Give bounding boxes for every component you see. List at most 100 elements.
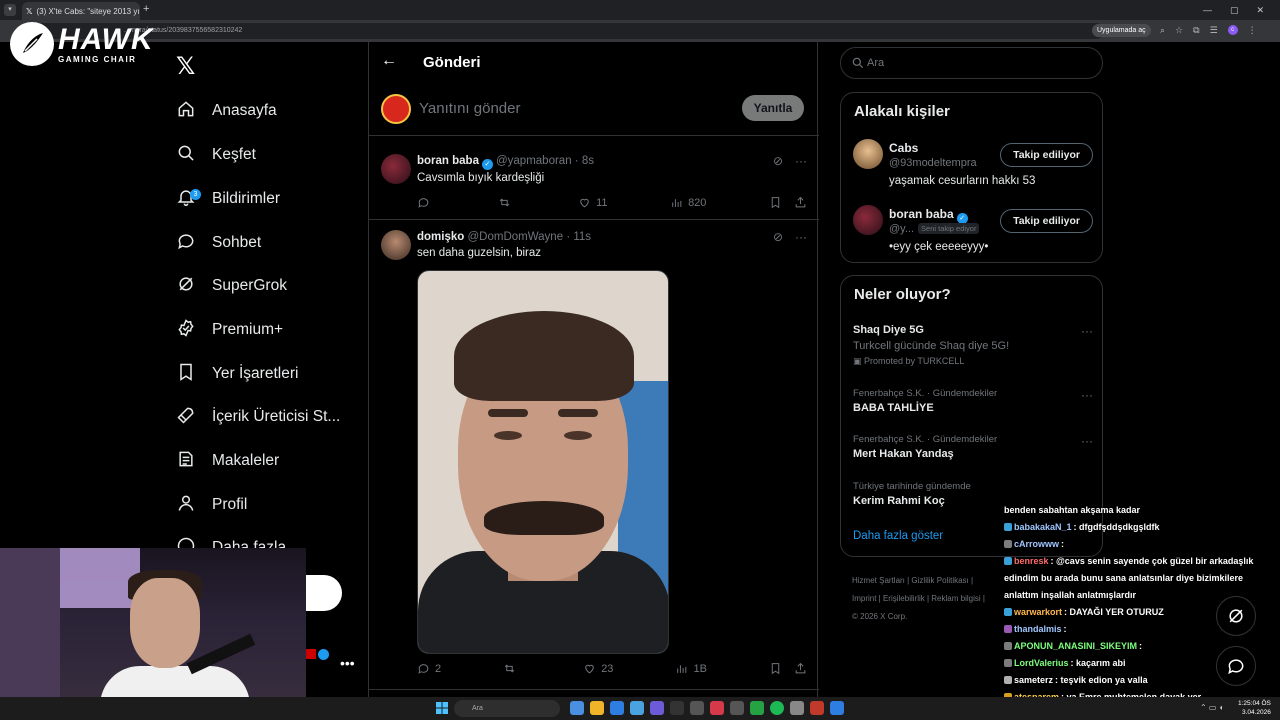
trend-item[interactable]: Fenerbahçe S.K. · Gündemdekiler BABA TAH… (853, 388, 1093, 414)
person-name[interactable]: boran baba ✓ (889, 207, 971, 224)
like-action[interactable]: 11 (578, 196, 608, 209)
x-logo-icon[interactable]: 𝕏 (176, 52, 195, 81)
reply-button[interactable]: Yanıtla (742, 95, 804, 121)
sidebar-icon[interactable]: ☰ (1210, 25, 1218, 36)
sidebar-item-sohbet[interactable]: Sohbet (176, 228, 261, 258)
show-more-link[interactable]: Daha fazla göster (853, 530, 943, 542)
person-row[interactable]: Cabs @93modeltempra yaşamak cesurların h… (853, 139, 1093, 199)
close-window-icon[interactable]: ✕ (1256, 5, 1264, 16)
file-explorer-icon[interactable] (590, 701, 604, 715)
app-icon[interactable] (670, 701, 684, 715)
avatar[interactable] (853, 205, 883, 235)
tweet-author-name[interactable]: domişko (417, 231, 464, 243)
repost-action[interactable] (498, 196, 516, 209)
sidebar-item-premium-[interactable]: Premium+ (176, 315, 283, 345)
more-icon[interactable]: ··· (795, 154, 807, 168)
tweet-author-handle[interactable]: @DomDomWayne (468, 231, 564, 243)
app-icon[interactable] (790, 701, 804, 715)
person-name[interactable]: Cabs (889, 141, 918, 155)
like-action[interactable]: 23 (583, 662, 613, 675)
more-icon[interactable]: ··· (795, 230, 807, 244)
trends-title: Neler oluyor? (854, 286, 951, 303)
tweet-author-name[interactable]: boran baba (417, 155, 479, 167)
bookmark-icon[interactable] (769, 662, 782, 675)
maximize-icon[interactable]: ▢ (1230, 5, 1239, 16)
tweet[interactable]: boran baba ✓ @yapmaboran · 8s ⊘ ··· Cavsım… (369, 142, 819, 220)
widgets-icon[interactable] (570, 701, 584, 715)
more-icon[interactable]: ··· (1081, 434, 1093, 448)
tweet[interactable]: domişko @DomDomWayne · 11s ⊘ ··· sen dah… (369, 220, 819, 690)
repost-action[interactable] (503, 662, 521, 675)
chrome-icon[interactable] (830, 701, 844, 715)
browser-menu-icon[interactable]: ⋮ (1248, 25, 1257, 36)
search-input[interactable]: Ara (867, 57, 884, 69)
edge-icon[interactable] (630, 701, 644, 715)
trend-item[interactable]: Fenerbahçe S.K. · Gündemdekiler Mert Hak… (853, 434, 1093, 460)
sidebar-item-makaleler[interactable]: Makaleler (176, 446, 279, 476)
new-tab-button[interactable]: + (143, 3, 149, 15)
search-box[interactable]: Ara (840, 47, 1103, 79)
person-row[interactable]: boran baba ✓ @y... Seni takip ediyor •eyy … (853, 205, 1093, 265)
avatar[interactable] (381, 230, 411, 260)
extensions-icon[interactable]: ⧉ (1193, 25, 1199, 36)
views-action[interactable]: 1B (675, 662, 707, 675)
reply-action[interactable]: 2 (417, 662, 441, 675)
system-tray[interactable]: ⌃ ▭ ◖ (1200, 703, 1224, 712)
avatar[interactable] (381, 94, 411, 124)
tab-search-button[interactable]: ▾ (4, 4, 16, 16)
app-icon[interactable] (690, 701, 704, 715)
share-icon[interactable] (794, 662, 807, 675)
messages-fab-button[interactable] (1216, 646, 1256, 686)
browser-profile-avatar[interactable]: c (1227, 25, 1238, 35)
open-in-app-button[interactable]: Uygulamada aç (1092, 24, 1151, 37)
views-action[interactable]: 820 (670, 196, 706, 209)
reply-input[interactable]: Yanıtını gönder (419, 100, 520, 117)
sidebar-item-anasayfa[interactable]: Anasayfa (176, 96, 277, 126)
grok-fab-button[interactable] (1216, 596, 1256, 636)
sidebar-item-i-erik-reticisi-st-[interactable]: İçerik Üreticisi St... (176, 402, 340, 432)
tweet-time[interactable]: · 8s (575, 155, 594, 167)
sidebar-item-profil[interactable]: Profil (176, 490, 247, 520)
avatar[interactable] (381, 154, 411, 184)
following-button[interactable]: Takip ediliyor (1000, 143, 1093, 167)
chrome-icon[interactable] (610, 701, 624, 715)
post-button[interactable] (306, 575, 342, 611)
bookmark-icon[interactable] (769, 196, 782, 209)
back-arrow-icon[interactable]: ← (381, 52, 397, 70)
trend-item[interactable]: Shaq Diye 5G Turkcell gücünde Shaq diye … (853, 324, 1093, 367)
app-icon[interactable] (810, 701, 824, 715)
account-more-icon[interactable]: ••• (340, 655, 355, 671)
more-icon[interactable]: ··· (1081, 388, 1093, 402)
minimize-icon[interactable]: — (1203, 5, 1212, 15)
browser-tab[interactable]: 𝕏 (3) X'te Cabs: "siteye 2013 yılın… ✕ (22, 2, 140, 20)
taskbar-search[interactable]: Ara (454, 700, 560, 717)
whatsapp-icon[interactable] (750, 701, 764, 715)
app-icon[interactable] (730, 701, 744, 715)
taskbar-clock[interactable]: 1:25:04 ÖS 3.04.2026 (1238, 699, 1271, 717)
sidebar-item-yer-i-aretleri[interactable]: Yer İşaretleri (176, 359, 298, 389)
following-button[interactable]: Takip ediliyor (1000, 209, 1093, 233)
hawk-subtitle: GAMING CHAIR (58, 54, 137, 64)
avatar[interactable] (853, 139, 883, 169)
discord-icon[interactable] (650, 701, 664, 715)
share-icon[interactable] (794, 196, 807, 209)
grok-icon[interactable]: ⊘ (773, 154, 783, 168)
zoom-icon[interactable]: ⌕ (1160, 25, 1165, 36)
sidebar-item-ke-fet[interactable]: Keşfet (176, 140, 256, 170)
sidebar-item-bildirimler[interactable]: 3 Bildirimler (176, 184, 280, 214)
url-field[interactable]: ...mpra/status/2039837556582310242 (24, 23, 1104, 39)
sidebar-item-label: Profil (212, 496, 248, 513)
spotify-icon[interactable] (770, 701, 784, 715)
chat-text: : (1061, 539, 1065, 549)
tweet-author-handle[interactable]: @yapmaboran (496, 155, 572, 167)
grok-icon[interactable]: ⊘ (773, 230, 783, 244)
views-icon (672, 199, 682, 207)
more-icon[interactable]: ··· (1081, 324, 1093, 338)
app-icon[interactable] (710, 701, 724, 715)
tweet-media-image[interactable] (417, 270, 669, 654)
tweet-time[interactable]: · 11s (566, 231, 591, 243)
star-icon[interactable]: ☆ (1175, 25, 1183, 36)
windows-start-icon[interactable] (436, 702, 448, 714)
reply-action[interactable] (417, 196, 435, 209)
sidebar-item-supergrok[interactable]: SuperGrok (176, 271, 287, 301)
